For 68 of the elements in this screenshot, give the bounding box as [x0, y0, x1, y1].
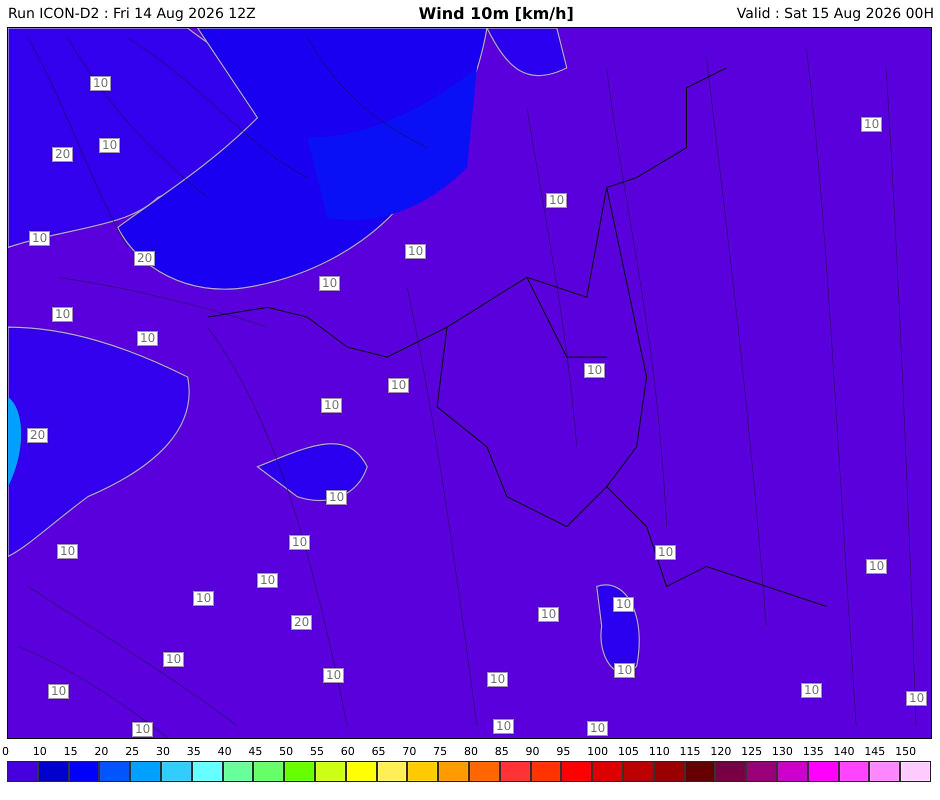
legend-tick-label: 40: [218, 745, 233, 759]
legend-tick-label: 100: [587, 745, 610, 759]
legend-tick-label: 110: [648, 745, 671, 759]
legend-tick-label: 140: [834, 745, 856, 759]
legend-tick-label: 65: [372, 745, 387, 759]
contour-label: 10: [193, 591, 214, 606]
legend-tick-label: 60: [340, 745, 356, 759]
legend-tick-label: 50: [279, 745, 294, 759]
legend-tick-label: 120: [710, 745, 732, 759]
contour-label: 10: [29, 231, 50, 246]
contour-label: 10: [321, 398, 342, 413]
legend-tick-label: 35: [186, 745, 202, 759]
legend-tick-label: 145: [864, 745, 886, 759]
valid-time: Valid : Sat 15 Aug 2026 00H: [736, 6, 934, 22]
contour-label: 10: [906, 691, 928, 706]
contour-label: 20: [291, 615, 312, 630]
legend-tick-label: 30: [156, 745, 171, 759]
contour-label: 10: [546, 193, 568, 208]
run-info: Run ICON-D2 : Fri 14 Aug 2026 12Z: [8, 6, 256, 22]
legend-tick-label: 25: [125, 745, 140, 759]
contour-label: 10: [163, 652, 184, 667]
legend-tick-label: 75: [433, 745, 448, 759]
contour-label: 20: [27, 428, 48, 443]
legend-tick-label: 0: [2, 745, 10, 759]
legend-tick-label: 130: [772, 745, 794, 759]
legend-tick-label: 15: [64, 745, 79, 759]
contour-label: 10: [52, 307, 74, 322]
contour-label: 10: [137, 331, 158, 346]
contour-label: 10: [801, 683, 822, 698]
contour-label: 10: [587, 721, 608, 736]
contour-label: 10: [99, 138, 120, 153]
legend-tick-label: 85: [494, 745, 510, 759]
contour-label: 10: [538, 607, 560, 622]
legend-tick-label: 105: [618, 745, 640, 759]
contour-label: 10: [405, 244, 426, 259]
contour-label: 10: [613, 597, 634, 612]
contour-label: 10: [584, 363, 606, 378]
legend-tick-label: 135: [802, 745, 825, 759]
legend-tick-label: 125: [741, 745, 764, 759]
contour-label: 20: [52, 147, 74, 162]
legend-tick-label: 90: [526, 745, 541, 759]
contour-label: 10: [861, 117, 882, 132]
contour-label: 10: [614, 663, 636, 678]
contour-label: 10: [388, 378, 410, 393]
legend-tick-label: 20: [94, 745, 110, 759]
contour-label: 10: [323, 668, 344, 683]
legend-tick-label: 150: [895, 745, 918, 759]
contour-label: 10: [866, 559, 888, 574]
contour-label: 10: [493, 719, 514, 734]
legend-tick-label: 80: [464, 745, 479, 759]
contour-label: 20: [134, 251, 156, 266]
legend-tick-label: 10: [32, 745, 48, 759]
contour-label: 10: [90, 76, 112, 91]
contour-label: 10: [57, 544, 78, 559]
contour-label: 10: [655, 545, 676, 560]
contour-label: 10: [326, 490, 348, 505]
contour-label: 10: [289, 535, 310, 550]
contour-label: 10: [48, 684, 70, 699]
contour-label: 10: [487, 672, 508, 687]
map-title: Wind 10m [km/h]: [418, 4, 574, 23]
legend-tick-label: 70: [402, 745, 418, 759]
contour-label: 10: [132, 722, 154, 737]
legend-tick-label: 115: [680, 745, 702, 759]
contour-label: 10: [257, 573, 278, 588]
legend-tick-label: 55: [310, 745, 325, 759]
legend-tick-label: 45: [248, 745, 264, 759]
contour-label: 10: [319, 276, 340, 291]
legend-tick-label: 95: [556, 745, 572, 759]
